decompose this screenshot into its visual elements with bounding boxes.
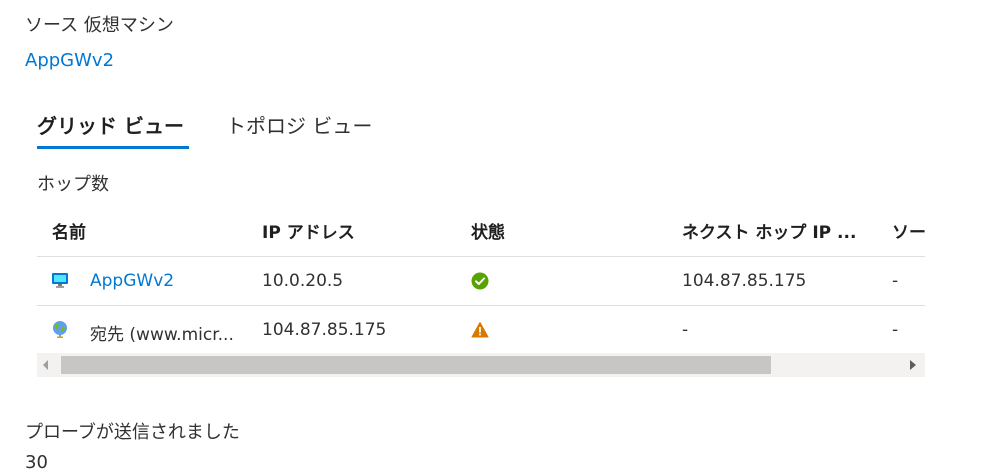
source-vm-label: ソース 仮想マシン (25, 15, 174, 36)
globe-destination-icon (51, 320, 69, 342)
scrollbar-thumb[interactable] (61, 356, 771, 374)
hops-section-title: ホップ数 (37, 174, 109, 195)
tab-topology-view[interactable]: トポロジ ビュー (226, 110, 372, 139)
scroll-right-arrow-icon[interactable] (910, 360, 916, 370)
column-header-source[interactable]: ソー (892, 218, 925, 243)
virtual-machine-icon (51, 271, 69, 293)
hop-source: - (892, 271, 899, 291)
column-header-next-hop-ip[interactable]: ネクスト ホップ IP ... (682, 218, 856, 243)
column-header-ip[interactable]: IP アドレス (262, 218, 355, 243)
horizontal-scrollbar[interactable] (37, 353, 925, 377)
tab-grid-view[interactable]: グリッド ビュー (37, 110, 184, 139)
column-header-status[interactable]: 状態 (471, 218, 505, 243)
hop-next-hop-ip: 104.87.85.175 (682, 271, 807, 291)
hop-next-hop-ip: - (682, 320, 689, 340)
probes-sent-value: 30 (25, 452, 48, 473)
hop-name-link[interactable]: AppGWv2 (90, 271, 174, 291)
success-check-icon (471, 272, 489, 295)
warning-icon (471, 321, 489, 344)
hops-grid: 名前 IP アドレス 状態 ネクスト ホップ IP ... ソー AppGWv2… (37, 206, 925, 378)
table-row[interactable]: 宛先 (www.micr... 104.87.85.175 - - (37, 305, 925, 355)
table-row[interactable]: AppGWv2 10.0.20.5 104.87.85.175 - (37, 256, 925, 305)
scroll-left-arrow-icon[interactable] (43, 360, 48, 370)
source-vm-link[interactable]: AppGWv2 (25, 50, 114, 71)
selected-tab-indicator (37, 146, 189, 149)
column-header-name[interactable]: 名前 (52, 218, 86, 243)
hop-ip: 10.0.20.5 (262, 271, 344, 291)
probes-sent-label: プローブが送信されました (25, 422, 240, 443)
hop-name: 宛先 (www.micr... (90, 325, 234, 345)
hop-source: - (892, 320, 899, 340)
hop-ip: 104.87.85.175 (262, 320, 387, 340)
